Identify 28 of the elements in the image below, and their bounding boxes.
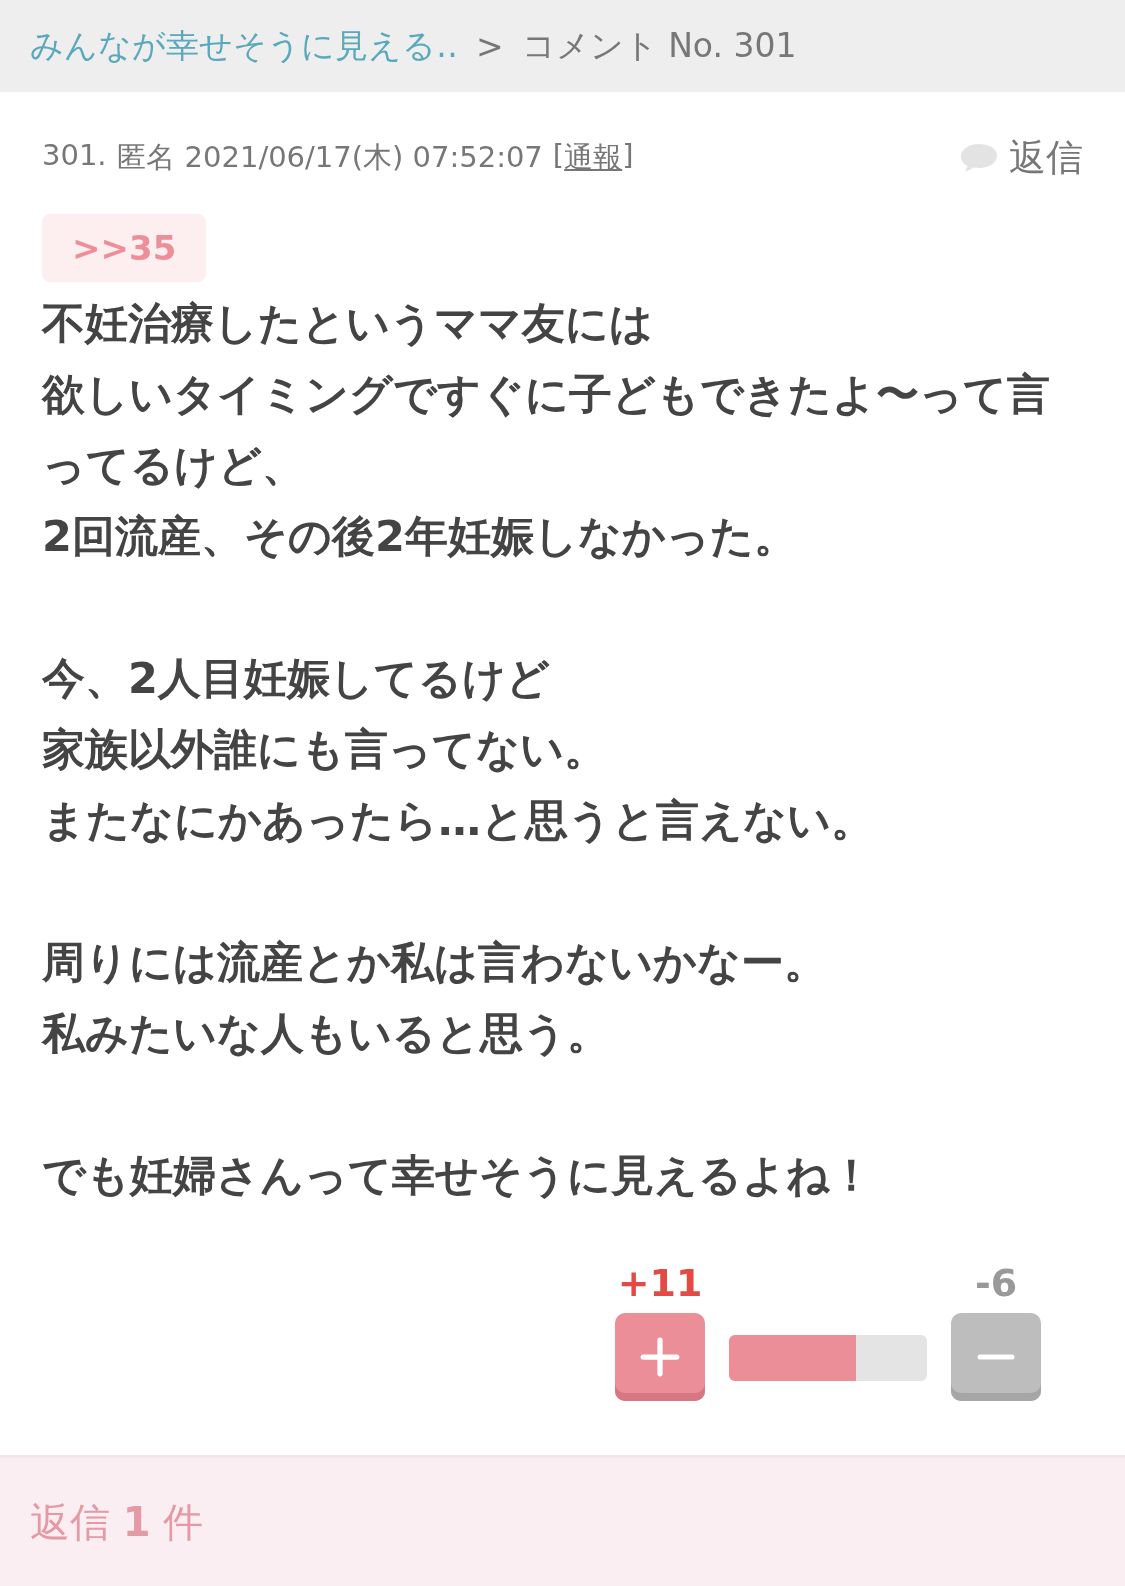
minus-count: -6 — [974, 1261, 1018, 1305]
breadcrumb-current: コメント No. 301 — [521, 24, 797, 67]
breadcrumb-separator: > — [476, 26, 504, 66]
post-date: 2021/06/17(木) 07:52:07 — [184, 139, 543, 176]
author-name: 匿名 — [116, 139, 175, 176]
minus-vote-button[interactable] — [951, 1313, 1041, 1401]
comment-text: 欲しいタイミングですぐに子どもできたよ〜って言ってるけど、 — [42, 368, 1051, 492]
comment-text: 不妊治療したというママ友には — [42, 297, 654, 350]
plus-icon — [639, 1336, 681, 1378]
comment-number: 301. — [42, 138, 107, 174]
speech-bubble-icon — [959, 142, 999, 174]
report-link[interactable]: 通報 — [564, 138, 623, 178]
comment-text: 家族以外誰にも言ってない。 — [42, 723, 608, 776]
plus-count: +11 — [617, 1261, 703, 1305]
comment-text: でも妊婦さんって幸せそうに見えるよね！ — [42, 1149, 874, 1202]
plus-vote-button[interactable] — [615, 1313, 705, 1401]
reply-count-link[interactable]: 返信 1 件 — [30, 1494, 204, 1550]
breadcrumb-link[interactable]: みんなが幸せそうに見える‥ — [30, 23, 459, 69]
comment-text: 2回流産、その後2年妊娠しなかった。 — [42, 510, 798, 563]
comment-text: 周りには流産とか私は言わないかなー。 — [42, 936, 828, 989]
comment-text: 私みたいな人もいると思う。 — [42, 1007, 611, 1060]
reply-button[interactable]: 返信 — [959, 133, 1083, 183]
comment-text: 今、2人目妊娠してるけど — [42, 652, 551, 705]
bracket-text: [ — [552, 138, 565, 174]
anchor-link[interactable]: >>35 — [42, 214, 207, 282]
bracket-text: ] — [622, 138, 634, 174]
minus-icon — [975, 1354, 1017, 1360]
comment-text: またなにかあったら…と思うと言えない。 — [42, 794, 875, 847]
